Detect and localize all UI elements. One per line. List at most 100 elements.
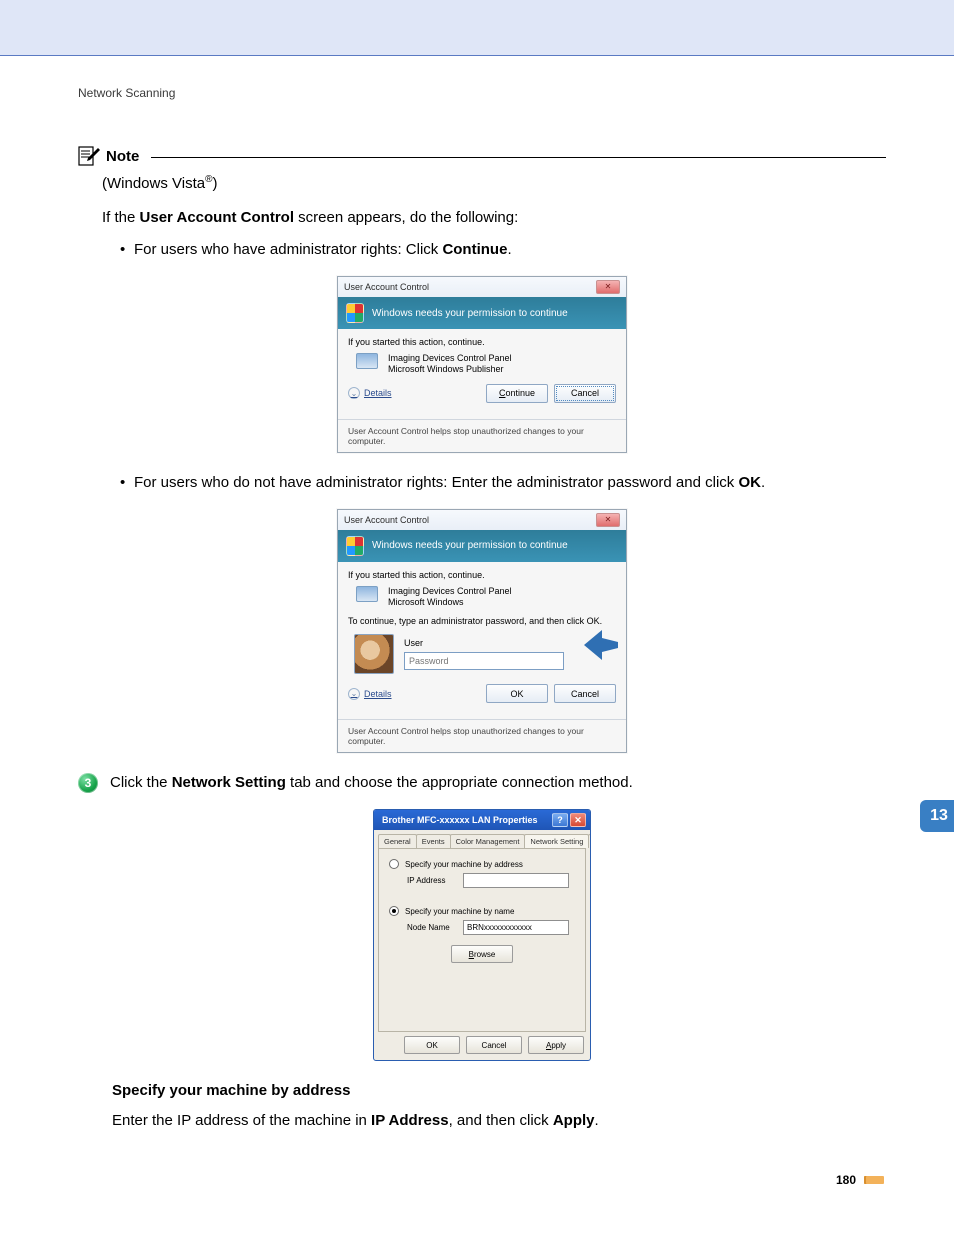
text-bold: User Account Control	[140, 209, 294, 226]
text: For users who have administrator rights:…	[134, 241, 442, 258]
details-toggle[interactable]: ⌄ Details	[348, 387, 392, 399]
shield-icon	[346, 536, 364, 556]
text: tab and choose the appropriate connectio…	[286, 774, 633, 791]
page-number: 180	[836, 1173, 856, 1187]
password-input[interactable]	[404, 652, 564, 670]
app-name: Imaging Devices Control Panel	[388, 353, 512, 364]
app-icon	[356, 586, 378, 602]
bullet-text: For users who have administrator rights:…	[134, 238, 512, 262]
dialog-footer: User Account Control helps stop unauthor…	[338, 419, 626, 452]
ip-address-input[interactable]	[463, 873, 569, 888]
running-header: Network Scanning	[78, 86, 886, 100]
app-row: Imaging Devices Control Panel Microsoft …	[356, 586, 616, 609]
app-text: Imaging Devices Control Panel Microsoft …	[388, 586, 512, 609]
dialog-actions: ⌄ Details OK Cancel	[348, 684, 616, 711]
properties-dialog: Brother MFC-xxxxxx LAN Properties ? ✕ Ge…	[373, 809, 591, 1061]
radio-label: Specify your machine by address	[405, 860, 523, 869]
details-toggle[interactable]: ⌄ Details	[348, 688, 392, 700]
step-text: Click the Network Setting tab and choose…	[110, 771, 633, 795]
note-rule	[151, 157, 886, 158]
text: If you started this action, continue.	[348, 337, 616, 347]
note-header: Note	[78, 146, 886, 166]
button-row: Continue Cancel	[486, 384, 616, 403]
tab-color-management[interactable]: Color Management	[450, 834, 526, 848]
tab-panel: Specify your machine by address IP Addre…	[378, 848, 586, 1032]
note-title: Note	[106, 148, 139, 165]
close-button[interactable]: ✕	[596, 280, 620, 294]
top-accent-bar	[0, 0, 954, 56]
node-name-input[interactable]	[463, 920, 569, 935]
chevron-down-icon: ⌄	[348, 387, 360, 399]
dialog-body: If you started this action, continue. Im…	[338, 329, 626, 419]
node-name-label: Node Name	[407, 923, 455, 932]
app-text: Imaging Devices Control Panel Microsoft …	[388, 353, 512, 376]
user-avatar-icon	[354, 634, 394, 674]
figure-uac-admin: User Account Control ✕ Windows needs you…	[78, 276, 886, 453]
text: For users who do not have administrator …	[134, 474, 738, 491]
uac-permission-band: Windows needs your permission to continu…	[338, 297, 626, 329]
radio-icon	[389, 906, 399, 916]
help-button[interactable]: ?	[552, 813, 568, 827]
details-label: Details	[364, 388, 392, 398]
apply-button[interactable]: Apply	[528, 1036, 584, 1054]
tab-network-setting[interactable]: Network Setting	[524, 834, 589, 848]
step-number-badge: 3	[78, 773, 98, 793]
dialog-titlebar: User Account Control ✕	[338, 510, 626, 530]
continue-button[interactable]: Continue	[486, 384, 548, 403]
text-bold: IP Address	[371, 1112, 449, 1129]
button-row: OK Cancel	[486, 684, 616, 703]
ok-button[interactable]: OK	[486, 684, 548, 703]
dialog-actions: ⌄ Details Continue Cancel	[348, 384, 616, 411]
note-vista-line: (Windows Vista®)	[102, 172, 886, 196]
dialog-titlebar: Brother MFC-xxxxxx LAN Properties ? ✕	[374, 810, 590, 830]
dialog-title: User Account Control	[344, 282, 429, 292]
uac-permission-band: Windows needs your permission to continu…	[338, 530, 626, 562]
radio-specify-by-address[interactable]: Specify your machine by address	[389, 859, 575, 869]
text: .	[761, 474, 765, 491]
dialog-actions: OK Cancel Apply	[374, 1036, 590, 1060]
shield-icon	[346, 303, 364, 323]
app-publisher: Microsoft Windows	[388, 597, 512, 608]
text: Click the	[110, 774, 172, 791]
page-content: Network Scanning Note (Windows Vista®) I…	[0, 56, 954, 1227]
note-pencil-icon	[78, 146, 100, 166]
figure-properties-dialog: Brother MFC-xxxxxx LAN Properties ? ✕ Ge…	[78, 809, 886, 1061]
page-footer: 180	[78, 1173, 886, 1187]
text: .	[595, 1112, 599, 1129]
dialog-title: Brother MFC-xxxxxx LAN Properties	[382, 815, 538, 825]
uac-dialog: User Account Control ✕ Windows needs you…	[337, 276, 627, 453]
ok-button[interactable]: OK	[404, 1036, 460, 1054]
radio-label: Specify your machine by name	[405, 907, 514, 916]
app-publisher: Microsoft Windows Publisher	[388, 364, 512, 375]
dialog-footer: User Account Control helps stop unauthor…	[338, 719, 626, 752]
text: Enter the IP address of the machine in	[112, 1112, 371, 1129]
tab-general[interactable]: General	[378, 834, 417, 848]
bullet-text: For users who do not have administrator …	[134, 471, 765, 495]
uac-dialog: User Account Control ✕ Windows needs you…	[337, 509, 627, 754]
ip-address-row: IP Address	[407, 873, 575, 888]
dialog-titlebar: User Account Control ✕	[338, 277, 626, 297]
bullet-icon: •	[120, 238, 134, 262]
tab-events[interactable]: Events	[416, 834, 451, 848]
text-bold: Apply	[553, 1112, 595, 1129]
close-button[interactable]: ✕	[570, 813, 586, 827]
cancel-button[interactable]: Cancel	[466, 1036, 522, 1054]
user-column: User	[404, 638, 564, 670]
bullet-icon: •	[120, 471, 134, 495]
user-name: User	[404, 638, 564, 648]
text-bold: Network Setting	[172, 774, 286, 791]
text: If you started this action, continue.	[348, 570, 616, 580]
cancel-button[interactable]: Cancel	[554, 384, 616, 403]
text: )	[212, 175, 217, 192]
browse-button[interactable]: Browse	[451, 945, 513, 963]
tab-strip: General Events Color Management Network …	[374, 830, 590, 848]
note-bullet-1: • For users who have administrator right…	[120, 238, 886, 262]
note-bullet-2: • For users who do not have administrato…	[120, 471, 886, 495]
close-button[interactable]: ✕	[596, 513, 620, 527]
radio-specify-by-name[interactable]: Specify your machine by name	[389, 906, 575, 916]
app-name: Imaging Devices Control Panel	[388, 586, 512, 597]
text: screen appears, do the following:	[294, 209, 518, 226]
cancel-button[interactable]: Cancel	[554, 684, 616, 703]
callout-arrow-icon	[582, 628, 620, 664]
node-name-row: Node Name	[407, 920, 575, 935]
